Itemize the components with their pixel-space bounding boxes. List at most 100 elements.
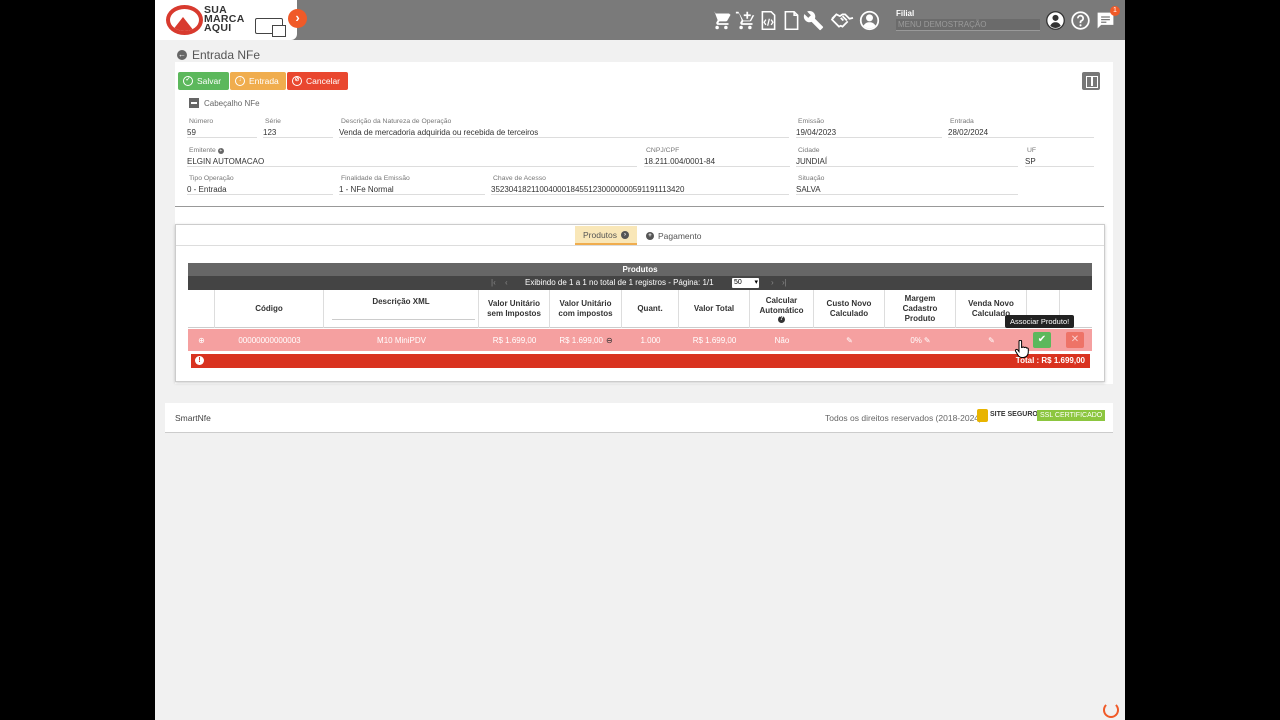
tipo-operacao-field[interactable]: Tipo Operação 0 - Entrada	[187, 175, 333, 195]
help-icon[interactable]	[1069, 9, 1091, 31]
col-codigo[interactable]: Código	[215, 290, 324, 328]
arrow-down-icon: ↓	[235, 76, 245, 86]
tab-bar: Produtos › + Pagamento	[176, 225, 1104, 246]
col-descricao[interactable]: Descrição XML	[324, 290, 479, 328]
account-icon[interactable]	[1044, 9, 1066, 31]
cell-descricao: M10 MiniPDV	[377, 335, 426, 345]
edit-custo-icon[interactable]: ✎	[814, 329, 885, 351]
layout-toggle-icon[interactable]	[1082, 72, 1100, 90]
emitente-field[interactable]: Emitente + ELGIN AUTOMACAO	[187, 147, 637, 167]
situacao-label: Situação	[798, 175, 825, 182]
finalidade-label: Finalidade da Emissão	[341, 175, 410, 182]
finalidade-field[interactable]: Finalidade da Emissão 1 - NFe Normal	[339, 175, 485, 195]
cell-calc-auto[interactable]: Não	[750, 329, 814, 351]
col-vu-com[interactable]: Valor Unitário com impostos	[550, 290, 622, 328]
numero-label: Número	[189, 118, 214, 125]
grid-pager: |‹ ‹ Exibindo de 1 a 1 no total de 1 reg…	[188, 276, 1092, 290]
logo-text: SUA MARCA AQUI	[204, 4, 245, 34]
info-icon[interactable]: +	[217, 147, 224, 154]
chave-field[interactable]: Chave de Acesso 352304182110040001845512…	[491, 175, 789, 195]
cell-vu-com: R$ 1.699,00 ⊖	[559, 335, 613, 345]
main-card: ✓ Salvar ↓ Entrada ⊘ Cancelar Cabeçalho …	[175, 62, 1113, 384]
document-icon[interactable]	[780, 9, 802, 31]
logo-mountain-icon	[166, 5, 203, 35]
chave-value: 3523041821100400018455123000000059119111…	[491, 185, 685, 194]
page-size-select[interactable]: 50	[732, 278, 759, 288]
serie-value: 123	[263, 128, 277, 137]
menu-toggle-button[interactable]: ›	[288, 9, 307, 28]
minus-circle-icon[interactable]: ⊖	[606, 336, 613, 345]
col-margem[interactable]: Margem Cadastro Produto	[885, 290, 956, 328]
first-page-icon[interactable]: |‹	[491, 278, 496, 287]
site-seguro-badge: SITE SEGURO	[977, 408, 1038, 422]
natureza-label: Descrição da Natureza de Operação	[341, 118, 452, 125]
filial-select[interactable]: MENU DEMOSTRAÇÃO	[896, 19, 1040, 31]
emitente-label: Emitente +	[189, 147, 224, 154]
serie-field[interactable]: Série 123	[263, 118, 333, 138]
cidade-field[interactable]: Cidade JUNDIAÍ	[796, 147, 1018, 167]
handshake-icon[interactable]	[828, 9, 856, 31]
numero-value: 59	[187, 128, 196, 137]
numero-field[interactable]: Número 59	[187, 118, 257, 138]
cancel-button[interactable]: ⊘ Cancelar	[287, 72, 348, 90]
user-circle-icon[interactable]	[858, 9, 880, 31]
cancel-label: Cancelar	[306, 76, 341, 86]
entrada-date-value: 28/02/2024	[948, 128, 989, 137]
products-panel: Produtos › + Pagamento Produtos |‹ ‹ Exi…	[175, 224, 1105, 382]
emissao-value: 19/04/2023	[796, 128, 837, 137]
page-header: ← Entrada NFe	[177, 48, 260, 62]
associate-tooltip: Associar Produto!	[1005, 315, 1075, 328]
expand-row-icon[interactable]: ⊕	[188, 329, 215, 351]
situacao-field[interactable]: Situação SALVA	[796, 175, 1018, 195]
natureza-value: Venda de mercadoria adquirida ou recebid…	[339, 128, 539, 137]
finalidade-value: 1 - NFe Normal	[339, 185, 394, 194]
pager-text: Exibindo de 1 a 1 no total de 1 registro…	[525, 278, 714, 287]
entrada-date-field[interactable]: Entrada 28/02/2024	[948, 118, 1094, 138]
entrada-button[interactable]: ↓ Entrada	[230, 72, 286, 90]
cart-icon[interactable]	[710, 9, 732, 31]
edit-margem-icon[interactable]: ✎	[924, 336, 931, 345]
save-button[interactable]: ✓ Salvar	[178, 72, 229, 90]
wrench-icon[interactable]	[802, 9, 824, 31]
top-bar: SUA MARCA AQUI › Filial MENU DEMOSTRAÇÃO…	[155, 0, 1125, 40]
tab-pagamento-label: Pagamento	[658, 230, 702, 241]
cidade-label: Cidade	[798, 147, 820, 154]
descricao-filter-line	[332, 319, 475, 320]
loading-spinner-icon	[1103, 702, 1119, 718]
total-bar: ! Total : R$ 1.699,00	[191, 354, 1090, 368]
tab-pagamento[interactable]: + Pagamento	[638, 226, 709, 245]
cart-add-icon[interactable]	[734, 9, 756, 31]
col-vu-sem[interactable]: Valor Unitário sem Impostos	[479, 290, 550, 328]
table-row[interactable]: ⊕ 00000000000003 M10 MiniPDV R$ 1.699,00…	[188, 329, 1092, 351]
cidade-value: JUNDIAÍ	[796, 157, 828, 166]
footer-brand: SmartNfe	[175, 413, 211, 423]
col-valor-total[interactable]: Valor Total	[679, 290, 750, 328]
serie-label: Série	[265, 118, 281, 125]
xml-file-icon[interactable]	[757, 9, 779, 31]
last-page-icon[interactable]: ›|	[782, 278, 787, 287]
associate-product-button[interactable]: ✔	[1033, 332, 1051, 348]
uf-label: UF	[1027, 147, 1037, 154]
emissao-field[interactable]: Emissão 19/04/2023	[796, 118, 942, 138]
tab-produtos[interactable]: Produtos ›	[575, 226, 638, 245]
lock-icon	[977, 409, 988, 422]
cell-quant: 1.000	[640, 335, 661, 345]
next-page-icon[interactable]: ›	[771, 278, 774, 287]
cell-margem[interactable]: 0% ✎	[885, 329, 956, 351]
natureza-field[interactable]: Descrição da Natureza de Operação Venda …	[339, 118, 789, 138]
chave-label: Chave de Acesso	[493, 175, 546, 182]
brand-logo[interactable]: SUA MARCA AQUI	[155, 0, 297, 40]
uf-field[interactable]: UF SP	[1025, 147, 1094, 167]
remove-row-button[interactable]: ✕	[1066, 332, 1084, 348]
help-icon[interactable]: ?	[778, 315, 785, 323]
col-quant[interactable]: Quant.	[622, 290, 679, 328]
col-custo-novo[interactable]: Custo Novo Calculado	[814, 290, 885, 328]
back-arrow-icon[interactable]: ←	[177, 50, 187, 60]
ban-icon: ⊘	[292, 76, 302, 86]
cnpj-field[interactable]: CNPJ/CPF 18.211.004/0001-84	[644, 147, 790, 167]
col-calc-auto[interactable]: Calcular Automático?	[750, 290, 814, 328]
cell-valor-total: R$ 1.699,00	[692, 335, 737, 345]
prev-page-icon[interactable]: ‹	[505, 278, 508, 287]
header-section-toggle[interactable]: Cabeçalho NFe	[189, 98, 260, 108]
tipo-operacao-label: Tipo Operação	[189, 175, 234, 182]
